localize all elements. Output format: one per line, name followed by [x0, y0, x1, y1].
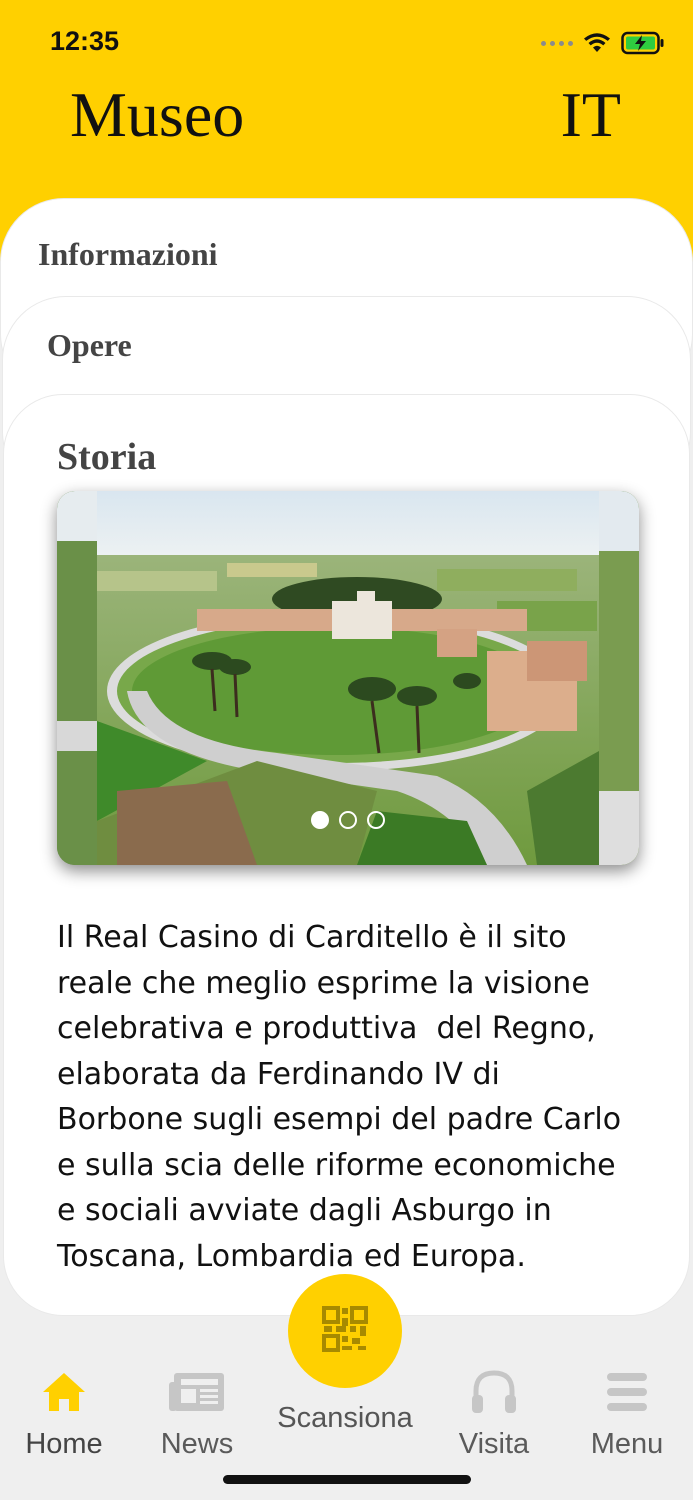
tab-visita[interactable]: Visita	[434, 1366, 554, 1461]
tab-news[interactable]: News	[137, 1366, 257, 1461]
scan-button[interactable]	[288, 1274, 402, 1388]
tab-news-label: News	[160, 1428, 234, 1460]
qr-code-icon	[322, 1305, 368, 1357]
section-title-storia: Storia	[57, 436, 157, 478]
tab-home-label: Home	[25, 1428, 103, 1460]
section-title-opere: Opere	[47, 327, 132, 363]
home-indicator[interactable]	[223, 1475, 471, 1484]
signal-icon	[541, 40, 573, 46]
carousel-pagination	[57, 811, 639, 829]
status-time: 12:35	[50, 26, 120, 56]
language-selector[interactable]: IT	[561, 78, 621, 152]
wifi-icon	[583, 32, 611, 54]
battery-charging-icon	[621, 31, 665, 55]
carousel-dot-1[interactable]	[311, 811, 329, 829]
page-title: Museo	[70, 79, 245, 150]
status-icons	[541, 28, 665, 58]
headphones-icon	[434, 1366, 554, 1418]
scan-label[interactable]: Scansiona	[245, 1402, 445, 1435]
tab-visita-label: Visita	[458, 1428, 530, 1460]
carousel-dot-2[interactable]	[339, 811, 357, 829]
carousel-dot-3[interactable]	[367, 811, 385, 829]
tab-menu[interactable]: Menu	[567, 1366, 687, 1461]
tab-home[interactable]: Home	[4, 1366, 124, 1461]
bottom-tab-bar: Home News Scansiona Visita Menu	[0, 1274, 693, 1500]
section-title-informazioni: Informazioni	[38, 236, 218, 272]
carousel-image-aerial-palace	[57, 491, 639, 865]
tab-menu-label: Menu	[590, 1428, 664, 1460]
home-icon	[4, 1366, 124, 1418]
newspaper-icon	[137, 1366, 257, 1418]
hamburger-menu-icon	[567, 1366, 687, 1418]
image-carousel[interactable]	[57, 491, 639, 865]
section-storia: Storia Il Real Casino di Carditello è il…	[3, 394, 690, 1316]
story-paragraph: Il Real Casino di Carditello è il sito r…	[57, 920, 622, 1274]
